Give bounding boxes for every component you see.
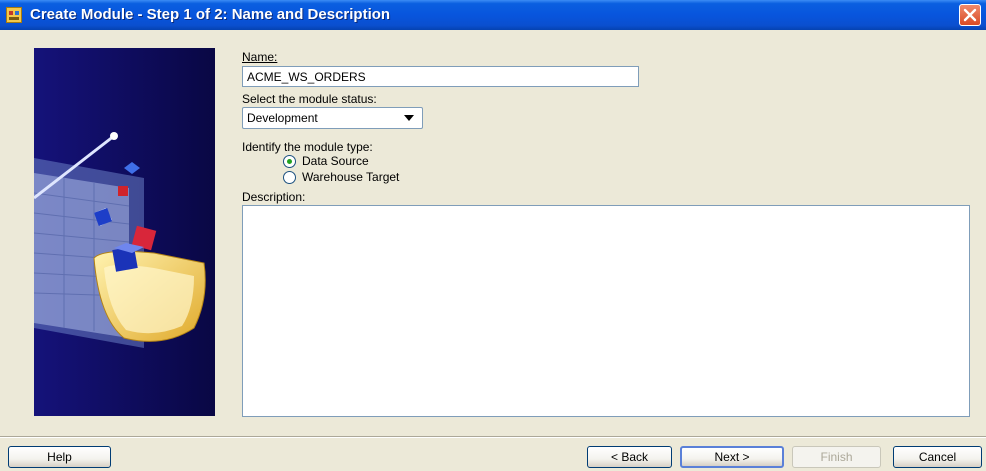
close-button[interactable] bbox=[959, 4, 981, 26]
wizard-graphic bbox=[34, 48, 215, 416]
name-input[interactable]: ACME_WS_ORDERS bbox=[242, 66, 639, 87]
radio-data-source-label[interactable]: Data Source bbox=[302, 154, 369, 168]
window-title: Create Module - Step 1 of 2: Name and De… bbox=[30, 6, 391, 23]
name-label-text: Name: bbox=[242, 50, 278, 64]
back-button[interactable]: < Back bbox=[587, 446, 672, 468]
close-icon bbox=[963, 8, 977, 22]
description-label: Description: bbox=[242, 190, 306, 204]
create-module-dialog: Create Module - Step 1 of 2: Name and De… bbox=[0, 0, 986, 471]
description-textarea[interactable] bbox=[242, 205, 970, 417]
cancel-button[interactable]: Cancel bbox=[893, 446, 982, 468]
chevron-down-icon bbox=[404, 115, 414, 121]
next-button[interactable]: Next > bbox=[680, 446, 784, 468]
status-select[interactable]: Development bbox=[242, 107, 423, 129]
type-label: Identify the module type: bbox=[242, 140, 373, 154]
finish-button: Finish bbox=[792, 446, 881, 468]
name-label: Name: bbox=[242, 50, 277, 64]
radio-warehouse-target-label[interactable]: Warehouse Target bbox=[302, 170, 399, 184]
status-select-value: Development bbox=[247, 111, 318, 125]
radio-warehouse-target[interactable] bbox=[283, 171, 296, 184]
status-label: Select the module status: bbox=[242, 92, 377, 106]
wizard-illustration bbox=[34, 48, 215, 416]
title-bar[interactable]: Create Module - Step 1 of 2: Name and De… bbox=[0, 0, 986, 30]
button-separator bbox=[0, 436, 986, 438]
radio-data-source[interactable] bbox=[283, 155, 296, 168]
help-button[interactable]: Help bbox=[8, 446, 111, 468]
app-icon bbox=[6, 7, 22, 23]
